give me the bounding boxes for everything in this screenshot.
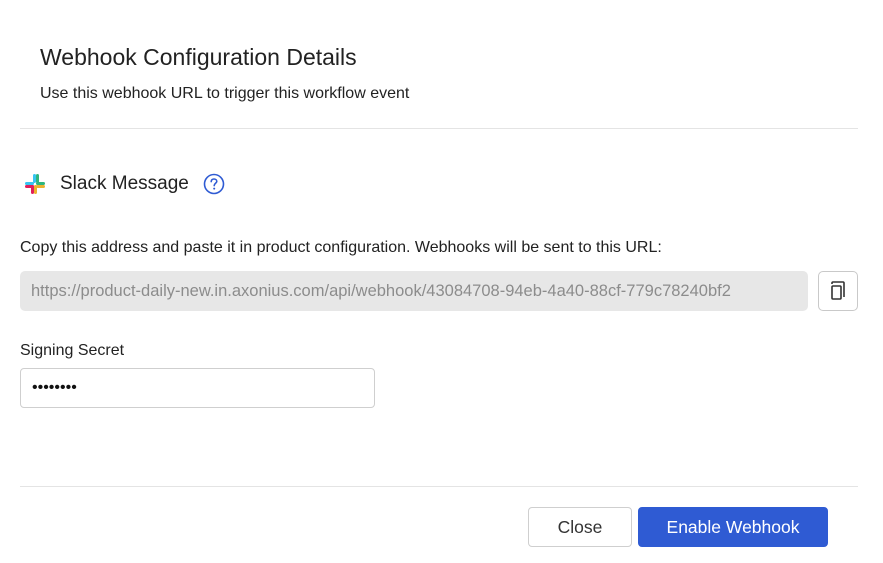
close-button[interactable]: Close [528,507,632,547]
dialog-subtitle: Use this webhook URL to trigger this wor… [40,85,410,102]
copy-icon [828,280,848,302]
integration-header: Slack Message [22,170,225,198]
question-circle-icon[interactable] [203,173,225,195]
slack-logo-icon [22,171,48,197]
integration-name: Slack Message [60,173,189,194]
dialog-title: Webhook Configuration Details [40,44,357,70]
enable-webhook-button[interactable]: Enable Webhook [638,507,828,547]
webhook-url-field[interactable] [20,271,808,311]
header-divider [20,128,858,129]
footer-divider [20,486,858,487]
signing-secret-label: Signing Secret [20,342,125,359]
copy-url-button[interactable] [818,271,858,311]
webhook-url-label: Copy this address and paste it in produc… [20,239,662,256]
signing-secret-field[interactable] [20,368,375,408]
